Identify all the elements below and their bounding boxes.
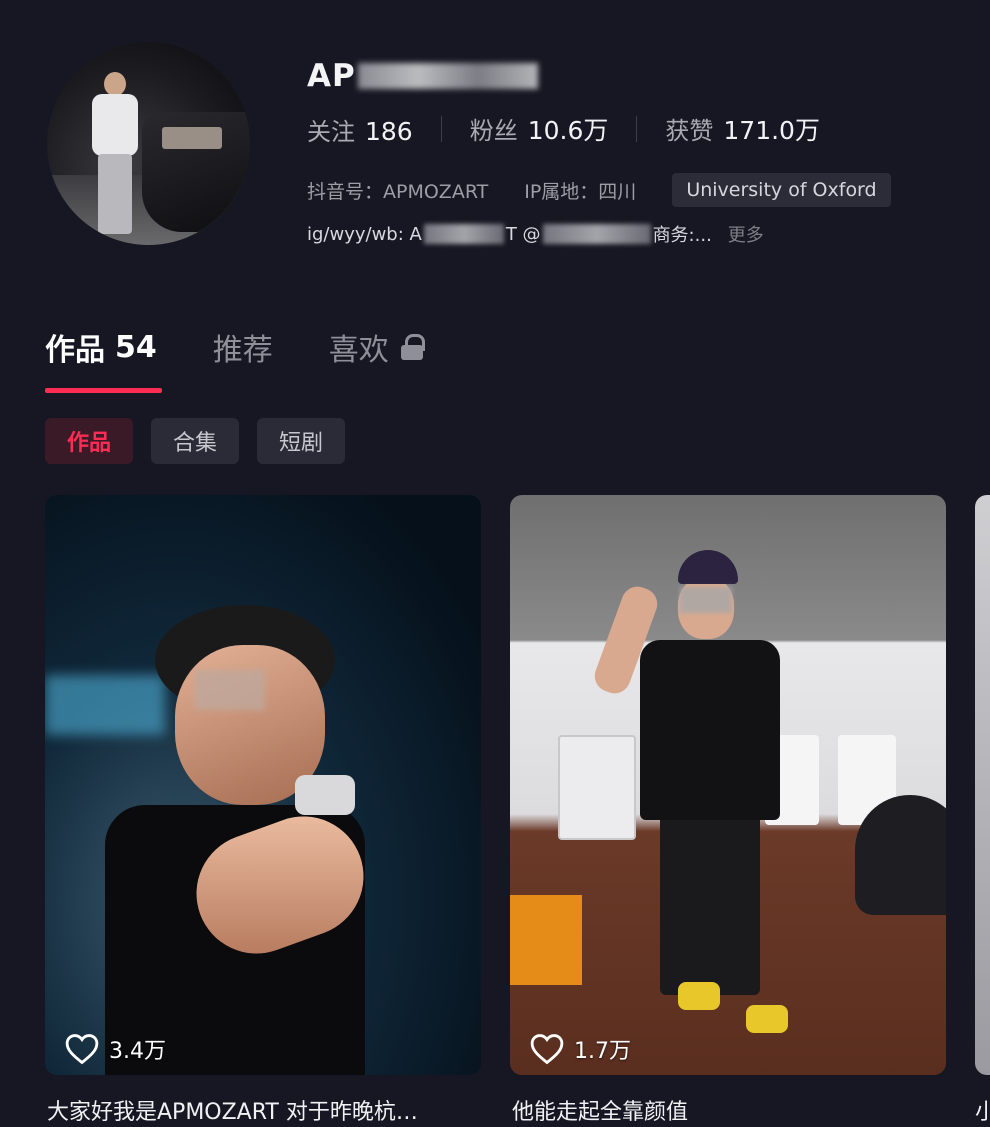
thumbnail-hat	[678, 550, 738, 584]
profile-bio: ig/wyy/wb: A T @ 商务:... 更多	[307, 220, 764, 248]
stat-followers-label: 粉丝	[469, 117, 518, 145]
tab-liked-label: 喜欢	[328, 333, 389, 368]
filter-chips: 作品 合集 短剧	[45, 418, 363, 464]
video-title[interactable]: 大家好我是APMOZART 对于昨晚杭…	[47, 1094, 477, 1126]
thumbnail-fan	[558, 735, 636, 840]
tab-works-label: 作品	[45, 333, 105, 368]
stat-following-value: 186	[365, 116, 413, 146]
username-redaction	[357, 63, 538, 89]
stat-divider	[636, 116, 638, 142]
username-text: AP	[307, 58, 356, 94]
profile-meta: 抖音号：APMOZART IP属地：四川 University of Oxfor…	[307, 172, 891, 208]
thumbnail-watch	[295, 775, 355, 815]
stat-followers[interactable]: 粉丝 10.6万	[470, 111, 609, 147]
chip-works[interactable]: 作品	[45, 418, 134, 464]
bio-prefix: ig/wyy/wb: A	[307, 223, 422, 245]
avatar-person	[92, 72, 142, 234]
chip-collections[interactable]: 合集	[151, 418, 240, 464]
thumbnail-shoe	[678, 982, 720, 1010]
stat-followers-value: 10.6万	[527, 116, 609, 145]
bio-redaction	[542, 224, 651, 244]
avatar-person-head	[104, 72, 126, 96]
video-card[interactable]	[975, 495, 990, 1075]
tab-works[interactable]: 作品 54	[45, 325, 157, 369]
thumbnail-umbrella	[855, 795, 946, 915]
avatar-person-legs	[98, 154, 132, 234]
stat-likes-label: 获赞	[665, 117, 714, 145]
thumbnail-body	[640, 640, 780, 820]
bio-more-link[interactable]: 更多	[728, 221, 764, 247]
thumbnail-box	[510, 895, 582, 985]
profile-tabs: 作品 54 推荐 喜欢	[45, 325, 479, 369]
thumbnail-legs	[660, 815, 760, 995]
profile-stats: 关注 186 粉丝 10.6万 获赞 171.0万	[307, 112, 820, 146]
bio-mid: T @	[505, 223, 541, 245]
video-card[interactable]: 1.7万	[510, 495, 946, 1075]
video-likes: 3.4万	[65, 1033, 166, 1065]
avatar[interactable]	[47, 42, 250, 245]
video-title[interactable]: 他能走起全靠颜值	[512, 1094, 688, 1126]
face-blur	[195, 670, 265, 710]
stat-likes-value: 171.0万	[723, 116, 820, 145]
profile-username: AP	[307, 58, 538, 94]
chip-short-dramas[interactable]: 短剧	[257, 418, 346, 464]
tab-recommend-label: 推荐	[212, 333, 273, 368]
video-thumbnail-person	[105, 605, 425, 1075]
video-title[interactable]: 小	[975, 1094, 990, 1126]
stat-divider	[440, 116, 442, 142]
video-likes: 1.7万	[530, 1033, 631, 1065]
bio-suffix: 商务:...	[652, 225, 712, 246]
avatar-box	[162, 127, 222, 149]
lock-icon	[400, 334, 425, 360]
heart-icon	[65, 1034, 99, 1065]
stat-following[interactable]: 关注 186	[307, 112, 413, 147]
tab-liked[interactable]: 喜欢	[328, 325, 425, 369]
face-blur	[680, 587, 732, 613]
heart-icon	[530, 1034, 564, 1065]
school-badge[interactable]: University of Oxford	[672, 173, 891, 207]
video-likes-count: 1.7万	[574, 1039, 631, 1064]
active-tab-indicator	[45, 388, 162, 393]
stat-likes[interactable]: 获赞 171.0万	[665, 111, 820, 147]
video-card[interactable]: 3.4万	[45, 495, 481, 1075]
ip-location: IP属地：四川	[524, 180, 637, 203]
douyin-id: 抖音号：APMOZART	[307, 180, 489, 203]
stat-following-label: 关注	[307, 117, 355, 146]
avatar-person-body	[92, 94, 138, 156]
bio-redaction	[423, 224, 504, 244]
tab-recommend[interactable]: 推荐	[213, 325, 273, 369]
video-likes-count: 3.4万	[109, 1039, 166, 1064]
thumbnail-shoe	[746, 1005, 788, 1033]
tab-works-count: 54	[115, 329, 157, 365]
